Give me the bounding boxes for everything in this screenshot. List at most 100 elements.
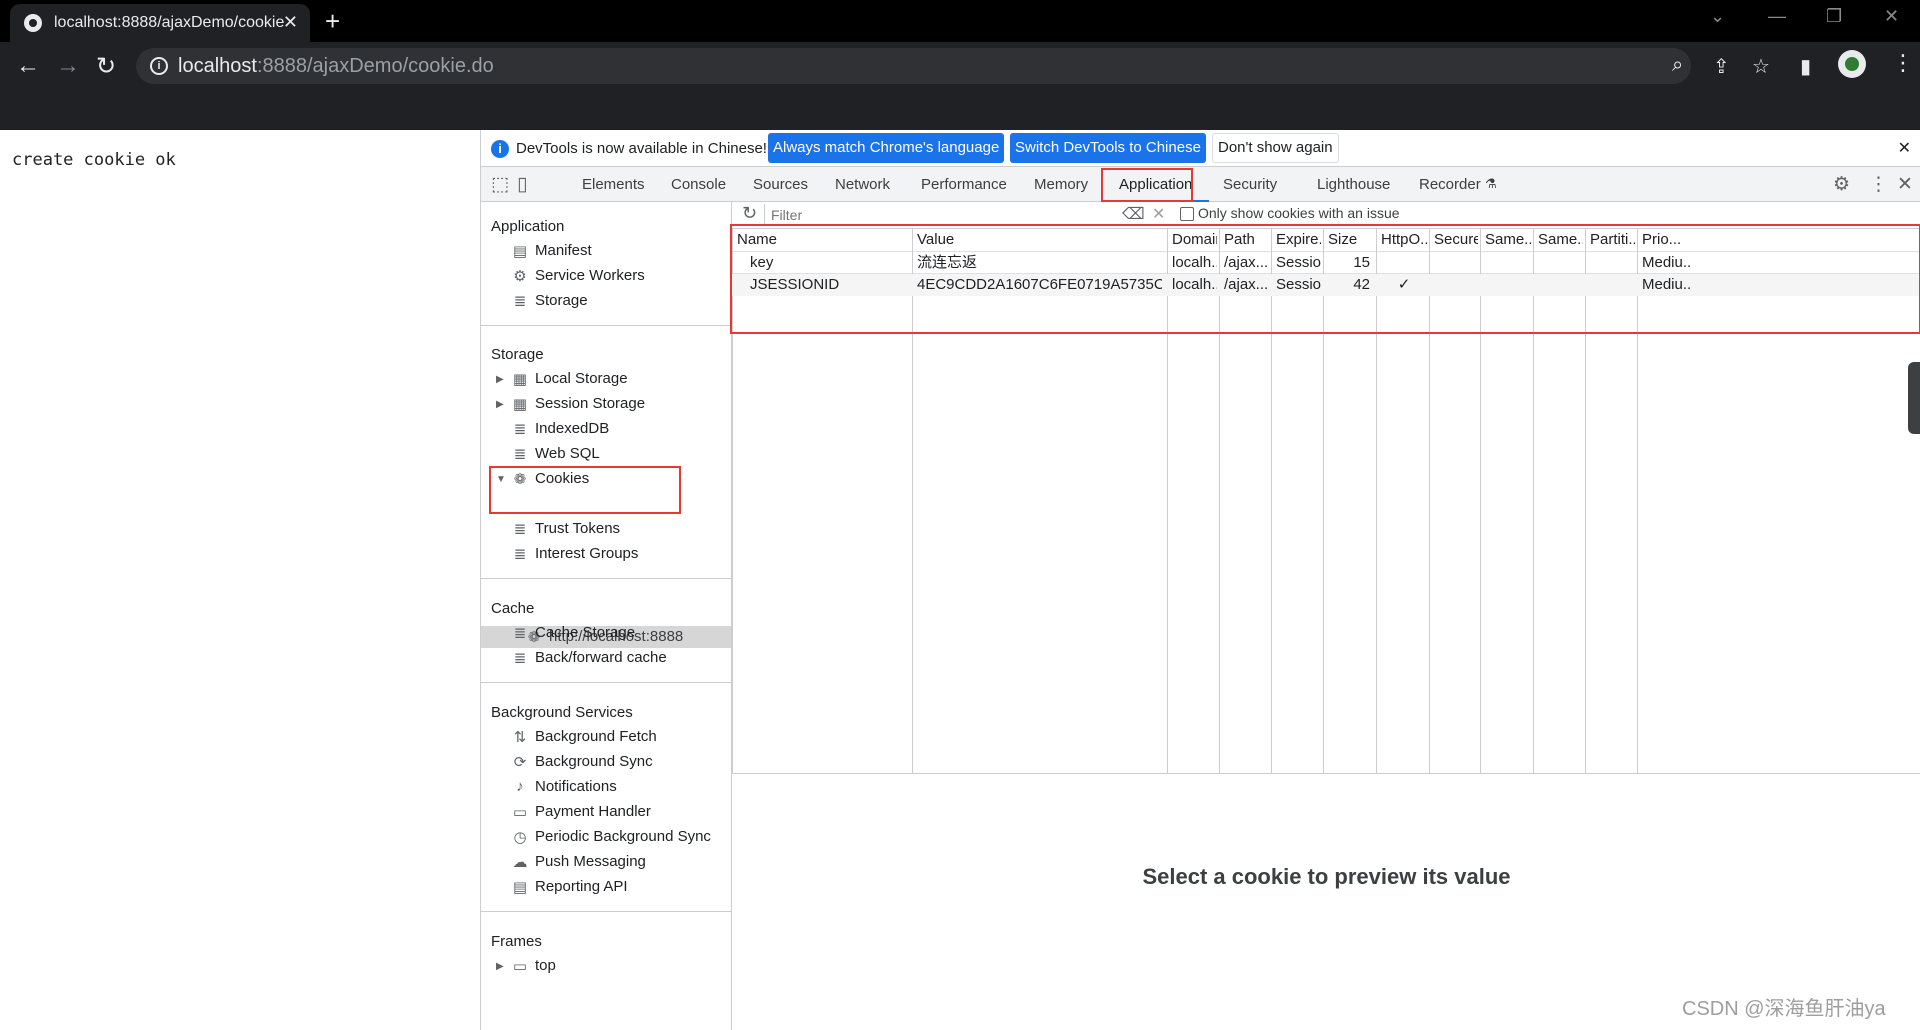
section-storage: Storage <box>491 346 544 363</box>
only-issues-checkbox[interactable] <box>1180 207 1194 221</box>
filter-input[interactable] <box>764 204 1073 226</box>
device-toolbar-icon[interactable]: ▯ <box>517 173 527 196</box>
chrome-menu-icon[interactable]: ⋮ <box>1892 50 1914 76</box>
database-icon: ≣ <box>513 625 527 642</box>
database-icon: ≣ <box>513 446 527 463</box>
database-icon: ≣ <box>513 546 527 563</box>
url-text[interactable]: localhost:8888/ajaxDemo/cookie.do <box>178 55 494 78</box>
tab-title: localhost:8888/ajaxDemo/cookie.do <box>54 14 284 31</box>
section-application: Application <box>491 218 565 235</box>
credit-card-icon: ▭ <box>512 804 528 821</box>
forward-icon[interactable]: → <box>56 52 80 80</box>
devtools-close-icon[interactable]: ✕ <box>1897 173 1913 196</box>
devtools-tabbar: ⬚ ▯ Elements Console Sources Network Per… <box>481 167 1920 202</box>
tab-lighthouse[interactable]: Lighthouse <box>1317 176 1390 193</box>
infobar-close-icon[interactable]: ✕ <box>1898 138 1911 158</box>
sidebar-item-web-sql[interactable]: Web SQL <box>535 445 600 462</box>
reload-icon[interactable]: ↻ <box>96 52 116 81</box>
sidebar-item-background-sync[interactable]: Background Sync <box>535 753 653 770</box>
gear-icon: ⚙ <box>513 268 527 285</box>
window-close-button[interactable]: ✕ <box>1884 6 1899 27</box>
tab-search-icon[interactable]: ⌄ <box>1710 6 1725 27</box>
delete-selected-icon[interactable]: ✕ <box>1152 204 1165 224</box>
divider <box>481 682 731 683</box>
application-sidebar: Application ▤ Manifest ⚙ Service Workers… <box>481 202 732 1030</box>
section-frames: Frames <box>491 933 542 950</box>
tab-network[interactable]: Network <box>835 176 890 193</box>
cookie-table-highlight <box>730 224 1920 334</box>
scrollbar-handle[interactable] <box>1908 362 1920 434</box>
sync-icon: ⟳ <box>513 754 527 771</box>
expand-arrow-icon[interactable]: ▶ <box>496 374 504 385</box>
section-background-services: Background Services <box>491 704 633 721</box>
sidebar-item-reporting-api[interactable]: Reporting API <box>535 878 628 895</box>
tab-recorder[interactable]: Recorder <box>1419 176 1481 193</box>
sidebar-item-payment-handler[interactable]: Payment Handler <box>535 803 651 820</box>
language-infobar: i DevTools is now available in Chinese! … <box>481 130 1920 167</box>
zoom-icon[interactable]: ⌕ <box>1672 54 1683 77</box>
sidebar-item-interest-groups[interactable]: Interest Groups <box>535 545 638 562</box>
info-icon: i <box>491 140 509 158</box>
preview-message: Select a cookie to preview its value <box>1142 864 1511 889</box>
sidebar-item-session-storage[interactable]: Session Storage <box>535 395 645 412</box>
sidebar-item-background-fetch[interactable]: Background Fetch <box>535 728 657 745</box>
expand-arrow-icon[interactable]: ▶ <box>496 961 504 972</box>
back-icon[interactable]: ← <box>16 52 40 80</box>
tab-close-icon[interactable]: ✕ <box>283 12 298 33</box>
tab-performance[interactable]: Performance <box>921 176 1007 193</box>
sidebar-item-storage[interactable]: Storage <box>535 292 588 309</box>
minimize-button[interactable]: — <box>1768 6 1786 27</box>
devtools-panel: i DevTools is now available in Chinese! … <box>480 130 1920 1030</box>
bookmark-star-icon[interactable]: ☆ <box>1752 54 1770 79</box>
cloud-icon: ☁ <box>512 854 528 871</box>
sidebar-item-cache-storage[interactable]: Cache Storage <box>535 624 635 641</box>
profile-avatar[interactable] <box>1838 50 1866 78</box>
sidebar-item-top-frame[interactable]: top <box>535 957 556 974</box>
database-icon: ≣ <box>513 421 527 438</box>
divider <box>481 911 731 912</box>
database-icon: ≣ <box>513 650 527 667</box>
refresh-icon[interactable]: ↻ <box>742 203 757 224</box>
switch-chinese-button[interactable]: Switch DevTools to Chinese <box>1010 133 1206 163</box>
tab-sources[interactable]: Sources <box>753 176 808 193</box>
sidebar-item-push-messaging[interactable]: Push Messaging <box>535 853 646 870</box>
sidebar-item-manifest[interactable]: Manifest <box>535 242 592 259</box>
sidebar-item-bfcache[interactable]: Back/forward cache <box>535 649 667 666</box>
up-down-arrows-icon: ⇅ <box>513 729 527 746</box>
tab-memory[interactable]: Memory <box>1034 176 1088 193</box>
flask-icon: ⚗ <box>1485 176 1497 191</box>
tab-console[interactable]: Console <box>671 176 726 193</box>
expand-arrow-icon[interactable]: ▶ <box>496 399 504 410</box>
sidebar-item-local-storage[interactable]: Local Storage <box>535 370 628 387</box>
address-bar[interactable]: i localhost:8888/ajaxDemo/cookie.do <box>136 48 1691 84</box>
share-icon[interactable]: ⇪ <box>1713 54 1730 79</box>
grid-icon: ▦ <box>512 371 528 388</box>
browser-tab[interactable]: localhost:8888/ajaxDemo/cookie.do ✕ <box>10 4 310 42</box>
restore-button[interactable]: ❐ <box>1826 6 1842 27</box>
cookies-view: ↻ ⌫ ✕ Only show cookies with an issue Na… <box>730 202 1920 1030</box>
new-tab-button[interactable]: + <box>325 6 340 37</box>
sidebar-item-service-workers[interactable]: Service Workers <box>535 267 645 284</box>
site-info-icon[interactable]: i <box>150 57 168 75</box>
devtools-menu-icon[interactable]: ⋮ <box>1869 173 1888 196</box>
sidebar-item-notifications[interactable]: Notifications <box>535 778 617 795</box>
cookies-highlight <box>489 466 681 514</box>
sidebar-item-trust-tokens[interactable]: Trust Tokens <box>535 520 620 537</box>
tab-elements[interactable]: Elements <box>582 176 645 193</box>
application-tab-highlight <box>1101 168 1193 202</box>
dont-show-button[interactable]: Don't show again <box>1212 133 1339 163</box>
tab-security[interactable]: Security <box>1223 176 1277 193</box>
match-language-button[interactable]: Always match Chrome's language <box>768 133 1005 163</box>
database-icon: ≣ <box>513 293 527 310</box>
sidebar-item-periodic-sync[interactable]: Periodic Background Sync <box>535 828 711 845</box>
grid-icon: ▦ <box>512 396 528 413</box>
divider <box>481 578 731 579</box>
page-text: create cookie ok <box>12 150 176 170</box>
infobar-message: DevTools is now available in Chinese! <box>516 140 767 157</box>
settings-gear-icon[interactable]: ⚙ <box>1833 173 1850 196</box>
sidebar-item-indexeddb[interactable]: IndexedDB <box>535 420 609 437</box>
divider <box>481 325 731 326</box>
clear-filtered-icon[interactable]: ⌫ <box>1122 204 1145 224</box>
inspect-element-icon[interactable]: ⬚ <box>491 173 509 196</box>
side-panel-icon[interactable]: ▮ <box>1800 54 1811 79</box>
